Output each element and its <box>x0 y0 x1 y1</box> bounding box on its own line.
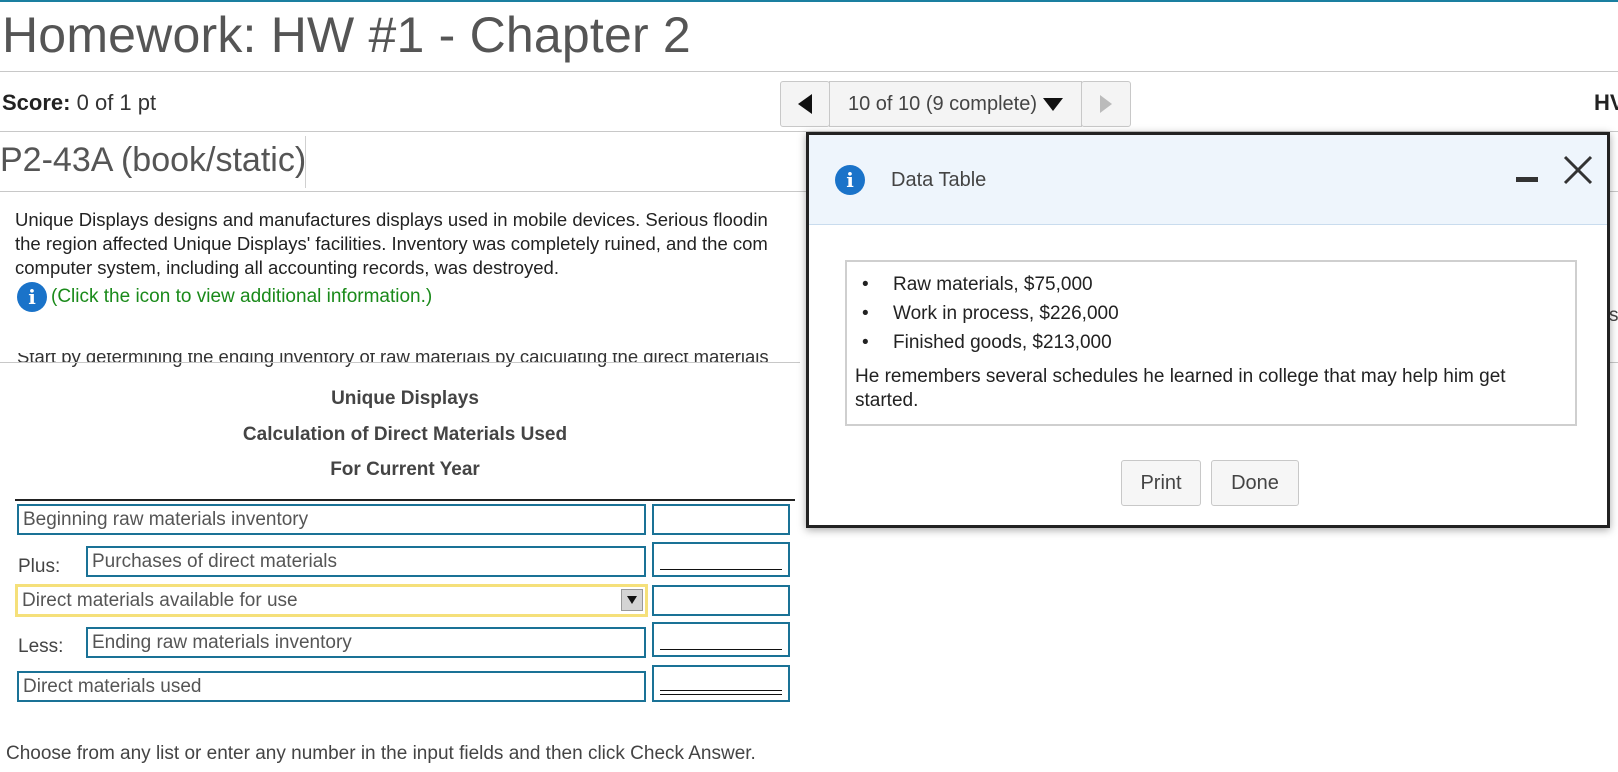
schedule-period: For Current Year <box>330 459 480 480</box>
info-icon[interactable]: i <box>17 282 47 312</box>
schedule-amount-input[interactable] <box>652 665 790 702</box>
schedule-amount-input[interactable] <box>652 585 790 616</box>
question-position-label: 10 of 10 (9 complete) <box>848 92 1037 115</box>
row-prefix-label: Less: <box>18 636 64 657</box>
data-list-item: Raw materials, $75,000 <box>855 270 1567 299</box>
instruction-text-partial: Start by determining the ending inventor… <box>17 353 769 367</box>
problem-line: the region affected Unique Displays' fac… <box>15 233 768 254</box>
header-right-clipped-text: HV <box>1594 90 1618 115</box>
triangle-right-icon <box>1100 95 1112 113</box>
score-value: 0 of 1 pt <box>76 90 157 115</box>
question-navigator: 10 of 10 (9 complete) <box>780 81 1131 127</box>
schedule-title: Calculation of Direct Materials Used <box>242 424 568 445</box>
schedule-amount-input[interactable] <box>652 542 790 577</box>
info-link-text[interactable]: (Click the icon to view additional infor… <box>51 286 432 308</box>
top-accent-line <box>0 0 1618 2</box>
single-underline <box>660 648 782 650</box>
question-id: P2-43A (book/static) <box>0 141 307 179</box>
footer-instruction: Choose from any list or enter any number… <box>6 743 756 764</box>
problem-statement: Unique Displays designs and manufactures… <box>15 208 815 280</box>
schedule-amount-input[interactable] <box>652 504 790 535</box>
caret-down-icon <box>1043 97 1063 111</box>
additional-info-link[interactable]: i (Click the icon to view additional inf… <box>17 282 432 312</box>
done-button[interactable]: Done <box>1211 460 1299 506</box>
right-clipped-text: s <box>1609 305 1618 326</box>
problem-line: computer system, including all accountin… <box>15 257 559 278</box>
minimize-button[interactable] <box>1515 174 1539 184</box>
double-underline-top <box>660 689 782 691</box>
dropdown-arrow-icon[interactable] <box>621 589 643 611</box>
page-title: Homework: HW #1 - Chapter 2 <box>2 7 691 63</box>
previous-question-button[interactable] <box>780 81 830 127</box>
data-table-dialog: i Data Table Raw materials, $75,000 Work… <box>806 132 1610 528</box>
dialog-title: Data Table <box>891 169 987 191</box>
data-list-item: Finished goods, $213,000 <box>855 328 1567 357</box>
data-note: He remembers several schedules he learne… <box>855 366 1506 411</box>
info-icon: i <box>835 165 865 195</box>
schedule-label-field[interactable]: Ending raw materials inventory <box>86 627 646 658</box>
close-icon <box>1563 155 1593 185</box>
data-table-content: Raw materials, $75,000 Work in process, … <box>845 260 1577 426</box>
triangle-left-icon <box>798 94 812 114</box>
divider <box>1610 362 1618 363</box>
schedule-header-rule <box>15 499 795 501</box>
divider <box>305 136 306 188</box>
schedule-amount-input[interactable] <box>652 622 790 657</box>
schedule-label-dropdown[interactable]: Direct materials available for use <box>15 584 648 617</box>
single-underline <box>660 568 782 570</box>
close-button[interactable] <box>1561 153 1595 187</box>
row-prefix-label: Plus: <box>18 556 61 577</box>
next-question-button[interactable] <box>1081 81 1131 127</box>
minimize-icon <box>1516 176 1538 182</box>
schedule-label-field[interactable]: Purchases of direct materials <box>86 546 646 577</box>
print-button[interactable]: Print <box>1121 460 1201 506</box>
schedule-label-field[interactable]: Beginning raw materials inventory <box>17 504 646 535</box>
question-selector-dropdown[interactable]: 10 of 10 (9 complete) <box>829 81 1082 127</box>
data-list: Raw materials, $75,000 Work in process, … <box>855 270 1567 357</box>
dialog-header[interactable]: i Data Table <box>809 135 1607 225</box>
score-display: Score: 0 of 1 pt <box>2 90 156 116</box>
score-label: Score: <box>2 90 71 115</box>
problem-line: Unique Displays designs and manufactures… <box>15 209 768 230</box>
schedule-label-field[interactable]: Direct materials used <box>17 671 646 702</box>
divider <box>0 362 800 363</box>
schedule-company: Unique Displays <box>331 388 479 409</box>
double-underline-bottom <box>660 693 782 695</box>
divider <box>0 71 1618 72</box>
data-list-item: Work in process, $226,000 <box>855 299 1567 328</box>
